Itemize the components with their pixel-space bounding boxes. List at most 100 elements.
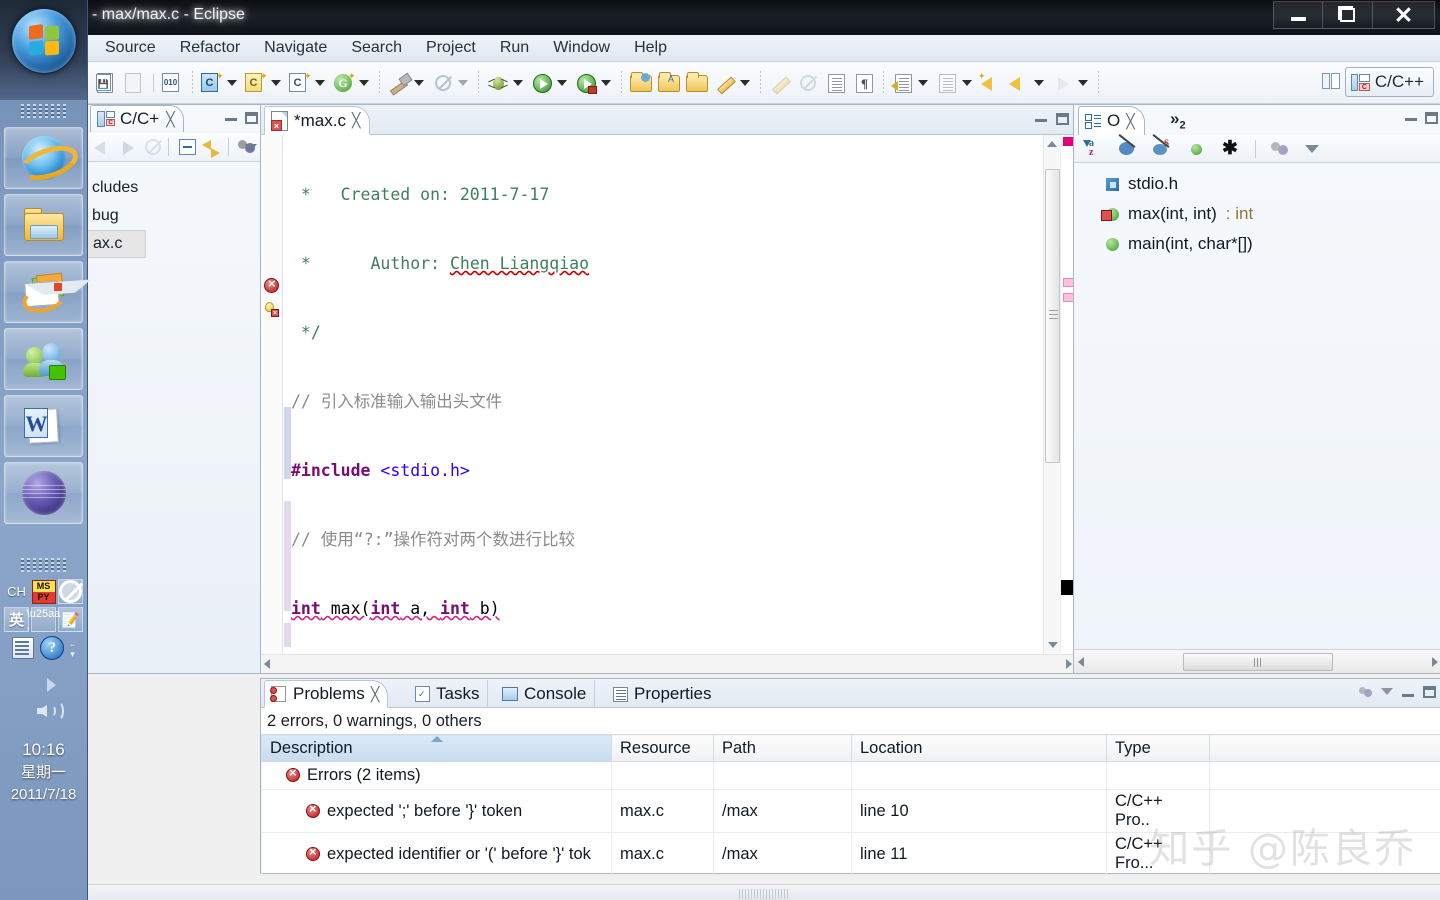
menu-source[interactable]: Source (93, 37, 168, 59)
scroll-down-icon[interactable] (1044, 636, 1061, 653)
ime-punctuation-button[interactable]: \u25aa , (27, 607, 60, 632)
tab-max-c[interactable]: × *max.c ╳ (264, 106, 371, 135)
bottom-tabstrip[interactable]: Problems ╳ ✓ Tasks Console Properties (261, 679, 1440, 708)
external-tools-icon[interactable] (573, 70, 599, 96)
taskbar-item-word[interactable]: W (4, 395, 83, 457)
build-hammer-icon[interactable] (386, 70, 412, 96)
open-element-icon[interactable]: A (656, 70, 682, 96)
scroll-up-icon[interactable] (1044, 135, 1060, 152)
column-header-type[interactable]: Type (1106, 734, 1210, 762)
run-dropdown-icon[interactable] (557, 79, 567, 86)
link-with-editor-icon[interactable] (199, 134, 221, 160)
back-dropdown-icon[interactable] (1034, 79, 1044, 86)
ime-soft-keyboard-icon[interactable] (12, 637, 35, 659)
hide-fields-icon[interactable] (1115, 133, 1141, 162)
back-icon[interactable] (1006, 70, 1032, 96)
start-button-icon[interactable] (11, 8, 77, 74)
maximize-icon[interactable] (1423, 686, 1436, 698)
next-edit-icon[interactable] (934, 70, 960, 96)
editor-annotation-gutter[interactable]: × (261, 135, 283, 673)
column-header-resource[interactable]: Resource (611, 734, 714, 762)
quickfix-marker-icon[interactable]: × (264, 302, 279, 317)
minimize-icon[interactable] (225, 118, 237, 121)
menu-search[interactable]: Search (339, 37, 414, 59)
tab-console[interactable]: Console (496, 680, 596, 708)
open-dropdown-icon[interactable] (740, 79, 750, 86)
previous-edit-dropdown-icon[interactable] (918, 79, 928, 86)
maximize-icon[interactable] (1425, 112, 1438, 124)
run-icon[interactable] (529, 70, 555, 96)
new-c-class-icon[interactable]: C ✦ (243, 70, 269, 96)
system-tray[interactable]: CH MS PY 英 \u25aa , 📝 ? ⎵ ▾ 10:16 星期一 20… (0, 576, 87, 806)
view-overflow-chevron[interactable]: »2 (1170, 109, 1186, 131)
windows-taskbar[interactable]: W CH MS PY 英 \u25aa , 📝 ? ⎵ ▾ 10:16 星期一 … (0, 0, 88, 900)
taskbar-item-outlook[interactable] (4, 261, 83, 323)
ime-lang-code[interactable]: CH (4, 579, 29, 604)
collapse-all-icon[interactable] (175, 134, 197, 160)
print-icon[interactable] (121, 70, 147, 96)
error-marker-icon[interactable] (264, 276, 279, 293)
view-dropdown-icon[interactable] (245, 143, 257, 151)
outline-list[interactable]: stdio.h max(int, int) : int main(int, ch… (1074, 163, 1440, 259)
column-header-path[interactable]: Path (713, 734, 852, 762)
show-hidden-icons-icon[interactable] (47, 678, 56, 692)
outline-toolbar[interactable]: a z S ✱ (1074, 133, 1440, 163)
show-whitespace-icon[interactable]: ¶ (851, 70, 877, 96)
window-titlebar[interactable]: - max/max.c - Eclipse ✕ (88, 0, 1440, 35)
save-icon[interactable]: 💾 (93, 70, 119, 96)
ime-disabled-icon[interactable] (58, 579, 83, 604)
taskbar-grip-top[interactable] (0, 100, 87, 122)
menu-bar[interactable]: Source Refactor Navigate Search Project … (88, 35, 1440, 62)
window-controls[interactable]: ✕ (1273, 1, 1435, 29)
tab-project-explorer[interactable]: C C/C+ ╳ (90, 105, 184, 132)
editor-view-controls[interactable] (1035, 111, 1069, 125)
maximize-button[interactable] (1323, 1, 1373, 29)
clock[interactable]: 10:16 星期一 2011/7/18 (3, 738, 84, 806)
menu-project[interactable]: Project (414, 37, 488, 59)
tree-item-maxc[interactable]: ax.c (86, 230, 146, 258)
next-annotation-icon[interactable] (795, 70, 821, 96)
view-menu-icon[interactable] (1268, 136, 1294, 162)
resize-grip[interactable] (739, 889, 789, 899)
close-icon[interactable]: ╳ (166, 111, 174, 128)
outline-item-stdio[interactable]: stdio.h (1074, 169, 1440, 199)
hide-nonpublic-icon[interactable] (1183, 136, 1209, 162)
cell-description[interactable]: Errors (2 items) (261, 761, 612, 790)
taskbar-start-area[interactable] (0, 0, 87, 100)
source-code[interactable]: * Created on: 2011-7-17 * Author: Chen L… (283, 135, 1039, 653)
open-perspective-icon[interactable] (1321, 71, 1343, 93)
taskbar-item-app-sphere[interactable] (4, 462, 83, 524)
help-icon[interactable]: ? (40, 636, 65, 660)
show-source-icon[interactable] (823, 70, 849, 96)
menu-run[interactable]: Run (488, 37, 541, 59)
main-toolbar[interactable]: 💾 010 C ✦ C ✦ C ✦ G ✦ A ¶ ✦ C C/C++ (88, 62, 1440, 104)
cell-description[interactable]: expected identifier or '(' before '}' to… (261, 832, 612, 876)
new-c-project-dropdown-icon[interactable] (227, 79, 237, 86)
hide-static-icon[interactable]: S (1149, 133, 1175, 162)
forward-dropdown-icon[interactable] (1078, 79, 1088, 86)
minimize-icon[interactable] (1405, 118, 1417, 121)
next-edit-dropdown-icon[interactable] (962, 79, 972, 86)
minimize-icon[interactable] (1035, 119, 1047, 122)
project-explorer-view-controls[interactable] (225, 110, 258, 124)
search-icon[interactable] (767, 70, 793, 96)
new-c-file-icon[interactable]: C ✦ (287, 70, 313, 96)
volume-icon[interactable] (36, 698, 66, 724)
editor-tabstrip[interactable]: × *max.c ╳ (261, 105, 1075, 135)
ime-engine-icon[interactable]: MS PY (31, 579, 56, 604)
scrollbar-thumb[interactable] (1183, 652, 1333, 671)
outline-horizontal-scrollbar[interactable] (1074, 649, 1440, 673)
home-icon[interactable] (140, 134, 162, 160)
scroll-right-icon[interactable] (1066, 659, 1072, 669)
outline-item-max[interactable]: max(int, int) : int (1074, 199, 1440, 229)
scroll-left-icon[interactable] (264, 659, 270, 669)
debug-icon[interactable] (485, 70, 511, 96)
close-icon[interactable]: ╳ (1126, 113, 1134, 130)
forward-icon[interactable] (115, 134, 137, 160)
build-dropdown-icon[interactable] (414, 79, 424, 86)
open-resource-icon[interactable] (684, 70, 710, 96)
column-header-extra[interactable] (1209, 734, 1440, 762)
view-menu-icon[interactable] (1359, 685, 1372, 698)
tray-expand-icon[interactable]: ⎵ ▾ (70, 636, 75, 660)
minimize-button[interactable] (1273, 1, 1323, 29)
